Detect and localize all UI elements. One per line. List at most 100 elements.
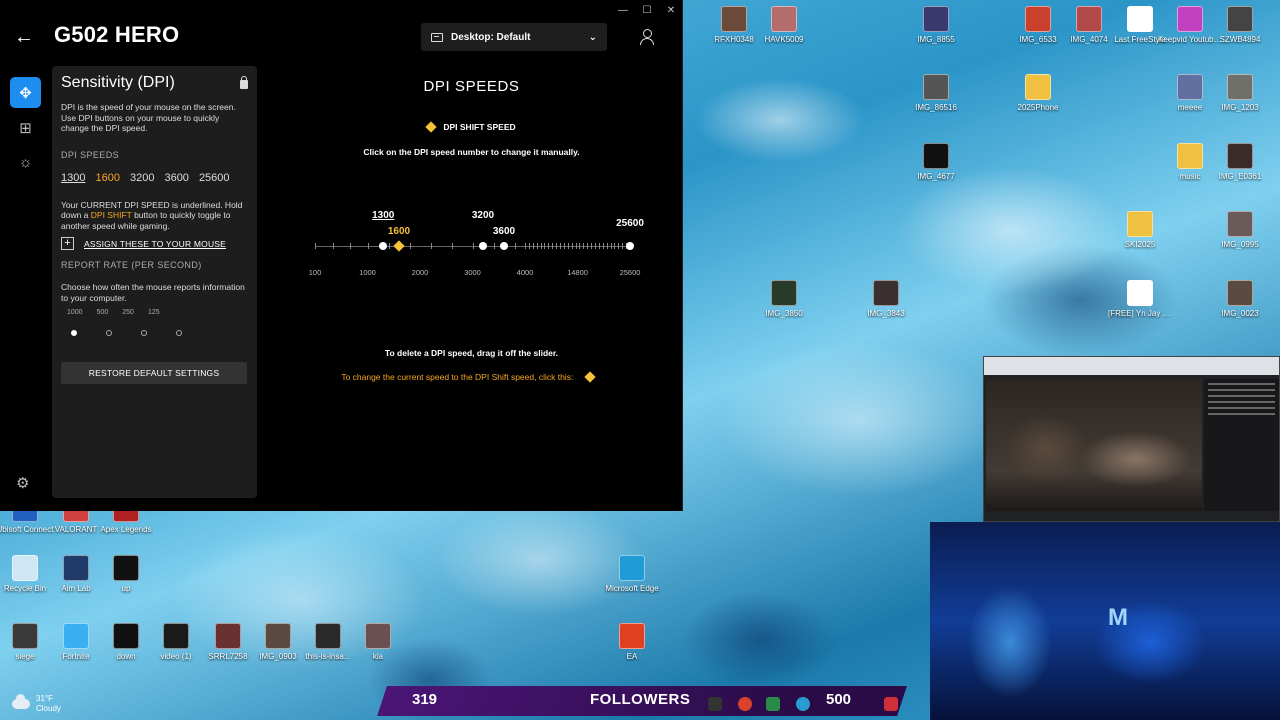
restore-defaults-button[interactable]: RESTORE DEFAULT SETTINGS [61, 362, 247, 384]
slider-tick [583, 243, 585, 249]
desktop-icon[interactable]: IMG_3850 [752, 280, 816, 319]
desktop-icon[interactable]: EA [600, 623, 664, 662]
dpi-speed-handle[interactable] [479, 242, 487, 250]
dpi-speed-handle[interactable] [500, 242, 508, 250]
desktop-icon[interactable]: IMG_8855 [904, 6, 968, 45]
weather-widget[interactable]: 31°F Cloudy [12, 694, 61, 714]
dpi-speed-handle[interactable] [379, 242, 388, 250]
dpi-speed-item[interactable]: 25600 [199, 172, 230, 184]
report-rate-heading: REPORT RATE (PER SECOND) [61, 260, 202, 270]
chat-line [1208, 407, 1275, 409]
desktop-icon-thumbnail [873, 280, 899, 306]
desktop-icon[interactable]: [FREE] Yn Jay x Detroit Sa... [1108, 280, 1172, 319]
dpi-speeds-heading: DPI SPEEDS [61, 149, 120, 160]
desktop-icon-label: IMG_1203 [1221, 103, 1259, 112]
dpi-speed-item[interactable]: 3200 [130, 172, 154, 184]
epic-icon[interactable] [708, 697, 722, 711]
dpi-speeds-title: DPI SPEEDS [423, 78, 520, 95]
desktop-icon-thumbnail [315, 623, 341, 649]
desktop-icon[interactable]: IMG_1203 [1208, 74, 1272, 113]
assign-label: ASSIGN THESE TO YOUR MOUSE [84, 238, 227, 249]
desktop-icon[interactable]: Microsoft Edge [600, 555, 664, 594]
slider-tick [540, 243, 542, 249]
desktop-icon[interactable]: up [94, 555, 158, 594]
desktop-icon-thumbnail [1025, 6, 1051, 32]
desktop-icon[interactable]: IMG_E0361 [1208, 143, 1272, 182]
minimize-button[interactable]: — [618, 5, 628, 16]
delete-speed-note: To delete a DPI speed, drag it off the s… [384, 348, 559, 358]
desktop-icon-thumbnail [923, 74, 949, 100]
desktop-icon[interactable]: SZWB4894 [1208, 6, 1272, 45]
slider-tick [579, 243, 581, 249]
desktop-icon-thumbnail [12, 623, 38, 649]
report-rate-radio-selected[interactable] [71, 330, 77, 336]
browser-preview [983, 356, 1280, 522]
dpi-speed-value[interactable]: 1600 [388, 226, 410, 237]
desktop-icon[interactable]: IMG_3843 [854, 280, 918, 319]
red-app-icon[interactable] [738, 697, 752, 711]
dpi-instruction: Click on the DPI speed number to change … [363, 147, 580, 157]
lighting-icon[interactable]: ☼ [10, 147, 41, 178]
dpi-speed-shift[interactable]: 1600 [95, 172, 119, 184]
green-app-icon[interactable] [766, 697, 780, 711]
dpi-speed-handle[interactable] [626, 242, 634, 250]
desktop-icon[interactable]: IMG_0023 [1208, 280, 1272, 319]
legend-label: DPI SHIFT SPEED [443, 122, 516, 132]
back-arrow-icon[interactable]: ← [14, 26, 34, 49]
maximize-button[interactable]: ☐ [642, 5, 652, 16]
set-shift-diamond-icon[interactable] [584, 371, 596, 383]
desktop-icon-thumbnail [1177, 74, 1203, 100]
follower-goal: 500 [826, 691, 852, 708]
dpi-slider[interactable]: 100 1000 2000 3000 4000 14800 25600 1300 1600 320… [309, 210, 644, 277]
dpi-speed-value[interactable]: 25600 [616, 218, 644, 229]
desktop-icon-thumbnail [1177, 143, 1203, 169]
desktop-icon-thumbnail [923, 143, 949, 169]
slider-axis-label: 2000 [411, 268, 429, 277]
slider-tick [587, 243, 589, 249]
dpi-speed-value[interactable]: 1300 [372, 210, 394, 221]
slider-axis-label: 100 [308, 268, 322, 277]
chat-line [1208, 395, 1275, 397]
desktop-icon[interactable]: kia [346, 623, 410, 662]
report-rate-radio[interactable] [141, 330, 147, 336]
dpi-speed-current[interactable]: 1300 [61, 172, 85, 184]
desktop-icon[interactable]: IMG_0995 [1208, 211, 1272, 250]
desktop-icon[interactable]: IMG_4677 [904, 143, 968, 182]
desktop-icon[interactable]: SKI2025 [1108, 211, 1172, 250]
add-assignment-icon[interactable]: ⊞ [10, 112, 41, 143]
device-title: G502 HERO [54, 22, 180, 47]
chat-line [1208, 401, 1275, 403]
profile-dropdown[interactable]: Desktop: Default ⌄ [421, 23, 607, 51]
move-cursor-icon[interactable]: ✥ [10, 77, 41, 108]
dpi-shift-handle[interactable] [393, 240, 405, 252]
report-rate-radio[interactable] [106, 330, 112, 336]
slider-axis-label: 14800 [567, 268, 588, 277]
assign-to-mouse-button[interactable]: + ASSIGN THESE TO YOUR MOUSE [61, 237, 248, 250]
dpi-speed-item[interactable]: 3600 [164, 172, 188, 184]
desktop-icon[interactable]: IMG_86516 [904, 74, 968, 113]
lock-icon[interactable] [240, 76, 248, 89]
dpi-speed-value[interactable]: 3600 [493, 226, 515, 237]
slider-tick [606, 243, 608, 249]
dpi-speed-value[interactable]: 3200 [472, 210, 494, 221]
desktop-icon-thumbnail [265, 623, 291, 649]
webcam-feed: M [930, 522, 1280, 720]
slider-axis-label: 4000 [516, 268, 534, 277]
slider-tick [575, 243, 577, 249]
desktop-icon[interactable]: 2025Phone [1006, 74, 1070, 113]
desktop-icon[interactable]: HAVK5009 [752, 6, 816, 45]
desktop-icon-thumbnail [1227, 6, 1253, 32]
telegram-icon[interactable] [796, 697, 810, 711]
desktop-icon-thumbnail [1177, 6, 1203, 32]
slider-tick [622, 243, 624, 249]
report-rate-radios [61, 330, 248, 336]
slider-axis-label: 1000 [359, 268, 376, 277]
user-icon[interactable] [640, 29, 654, 45]
checkmark-app-icon[interactable] [884, 697, 898, 711]
settings-gear-icon[interactable]: ⚙ [16, 474, 29, 492]
close-button[interactable]: ✕ [666, 5, 676, 16]
desktop-icon-label: IMG_0023 [1221, 309, 1259, 318]
report-rate-radio[interactable] [176, 330, 182, 336]
slider-tick [315, 243, 316, 249]
slider-axis-label: 3000 [464, 268, 481, 277]
